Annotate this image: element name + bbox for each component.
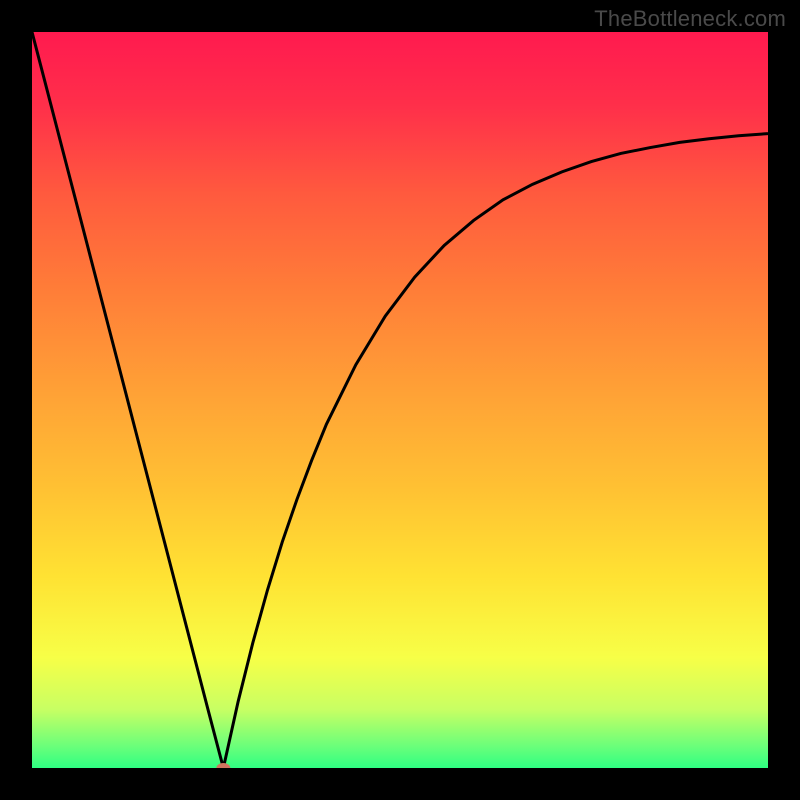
gradient-background bbox=[32, 32, 768, 768]
chart-frame: TheBottleneck.com bbox=[0, 0, 800, 800]
watermark-text: TheBottleneck.com bbox=[594, 6, 786, 32]
plot-area bbox=[32, 32, 768, 768]
chart-canvas bbox=[32, 32, 768, 768]
